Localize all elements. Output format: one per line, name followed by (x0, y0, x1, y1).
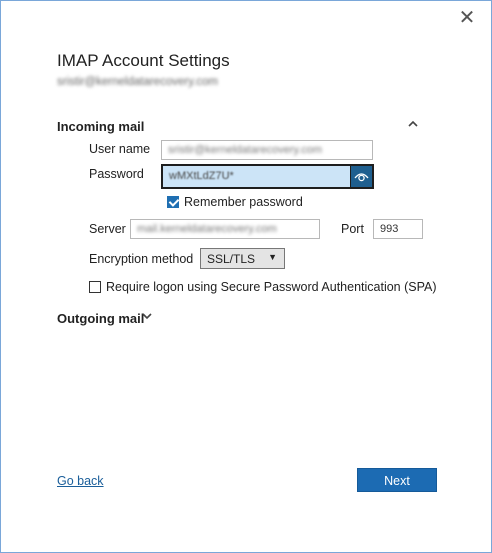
chevron-down-icon[interactable] (142, 311, 152, 323)
account-email: sristir@kerneldatarecovery.com (57, 76, 219, 88)
remember-password-label[interactable]: Remember password (184, 195, 303, 209)
imap-settings-dialog: ✕ IMAP Account Settings sristir@kernelda… (0, 0, 492, 553)
username-field[interactable]: sristir@kerneldatarecovery.com (161, 140, 373, 160)
server-label: Server (89, 222, 126, 236)
next-button[interactable]: Next (357, 468, 437, 492)
outgoing-mail-header[interactable]: Outgoing mail (57, 311, 144, 326)
password-value: wMXtLdZ7U* (169, 170, 234, 182)
spa-checkbox[interactable] (89, 281, 101, 293)
eye-icon[interactable] (350, 166, 372, 187)
password-label: Password (89, 167, 144, 181)
chevron-up-icon[interactable] (408, 119, 418, 131)
close-icon[interactable]: ✕ (457, 8, 477, 28)
port-field[interactable]: 993 (373, 219, 423, 239)
encryption-method-label: Encryption method (89, 252, 194, 266)
go-back-link[interactable]: Go back (57, 474, 104, 488)
port-value: 993 (380, 223, 399, 235)
dialog-title: IMAP Account Settings (57, 51, 230, 70)
encryption-method-select[interactable]: SSL/TLS ▼ (200, 248, 285, 269)
username-label: User name (89, 142, 151, 156)
remember-password-checkbox[interactable] (167, 196, 179, 208)
server-field[interactable]: mail.kerneldatarecovery.com (130, 219, 320, 239)
incoming-mail-header[interactable]: Incoming mail (57, 119, 144, 134)
password-field[interactable]: wMXtLdZ7U* (161, 164, 374, 189)
encryption-method-value: SSL/TLS (207, 252, 256, 266)
chevron-down-icon: ▼ (268, 252, 277, 262)
server-value: mail.kerneldatarecovery.com (137, 223, 277, 235)
username-value: sristir@kerneldatarecovery.com (168, 144, 323, 156)
port-label: Port (341, 222, 364, 236)
spa-label[interactable]: Require logon using Secure Password Auth… (106, 280, 437, 294)
